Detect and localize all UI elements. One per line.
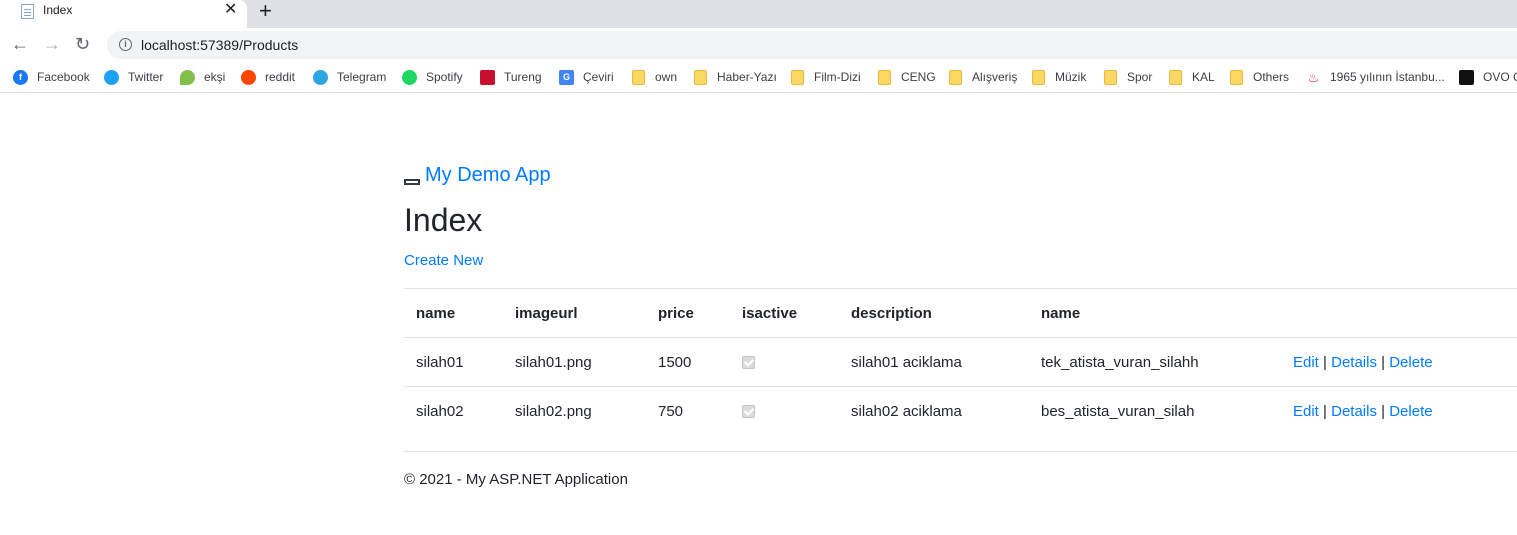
cell-isactive <box>730 386 839 436</box>
brand-link[interactable]: My Demo App <box>425 164 551 187</box>
address-bar[interactable]: i localhost:57389/Products <box>107 31 1517 59</box>
flame-icon: ♨ <box>1306 69 1321 85</box>
tab-index[interactable]: Index ✕ <box>0 0 247 28</box>
bookmark-folder-haber-yazi[interactable]: Haber-Yazı <box>694 68 777 86</box>
action-separator: | <box>1323 402 1327 420</box>
table-header-row: name imageurl price isactive description… <box>404 288 1517 338</box>
page-icon <box>21 4 34 19</box>
reddit-icon <box>241 69 256 85</box>
folder-icon <box>694 69 707 85</box>
column-header-isactive: isactive <box>730 288 839 338</box>
footer-divider <box>404 451 1517 452</box>
action-separator: | <box>1381 353 1386 371</box>
cell-name: silah02 <box>404 386 503 436</box>
new-tab-button[interactable]: + <box>259 0 272 23</box>
folder-icon <box>632 69 645 85</box>
bookmark-folder-ceng[interactable]: CENG <box>878 68 936 86</box>
ovo-icon <box>1459 69 1474 85</box>
create-new-link[interactable]: Create New <box>404 252 483 269</box>
tab-strip: Index ✕ + <box>0 0 1517 28</box>
cell-description: silah01 aciklama <box>839 337 1029 387</box>
forward-arrow-icon[interactable]: → <box>43 32 61 56</box>
bookmark-folder-spor[interactable]: Spor <box>1104 68 1152 86</box>
folder-icon <box>1032 69 1045 85</box>
bookmark-twitter[interactable]: Twitter <box>104 68 163 86</box>
url-text[interactable]: localhost:57389/Products <box>141 37 298 53</box>
column-header-name: name <box>404 288 503 338</box>
cell-price: 750 <box>646 386 730 436</box>
page-title: Index <box>404 202 483 238</box>
bookmark-ceviri[interactable]: G Çeviri <box>559 68 614 86</box>
close-icon[interactable]: ✕ <box>224 1 237 19</box>
column-header-description: description <box>839 288 1029 338</box>
table-row: silah02 silah02.png 750 silah02 aciklama… <box>404 386 1517 436</box>
bookmark-tureng[interactable]: Tureng <box>480 68 542 86</box>
cell-name: silah01 <box>404 337 503 387</box>
details-link[interactable]: Details <box>1331 354 1377 371</box>
column-header-category-name: name <box>1029 288 1281 338</box>
isactive-checkbox <box>742 405 755 419</box>
column-header-imageurl: imageurl <box>503 288 646 338</box>
cell-price: 1500 <box>646 337 730 387</box>
facebook-icon: f <box>13 69 28 85</box>
products-table: name imageurl price isactive description… <box>404 288 1517 436</box>
reload-icon[interactable]: ↻ <box>75 32 90 56</box>
isactive-checkbox <box>742 356 755 370</box>
bookmark-folder-muzik[interactable]: Müzik <box>1032 68 1086 86</box>
delete-link[interactable]: Delete <box>1389 354 1432 371</box>
back-arrow-icon[interactable]: ← <box>11 32 29 56</box>
cell-imageurl: silah02.png <box>503 386 646 436</box>
eksi-icon <box>180 69 195 85</box>
bookmark-eksi[interactable]: ekşi <box>180 68 225 86</box>
folder-icon <box>1104 69 1117 85</box>
broken-image-icon <box>404 179 420 185</box>
browser-toolbar: ← → ↻ i localhost:57389/Products <box>0 28 1517 62</box>
footer-copyright: © 2021 - My ASP.NET Application <box>404 471 628 488</box>
twitter-icon <box>104 69 119 85</box>
bookmark-telegram[interactable]: Telegram <box>313 68 386 86</box>
spotify-icon <box>402 69 417 85</box>
telegram-icon <box>313 69 328 85</box>
action-separator: | <box>1323 353 1327 371</box>
bookmark-folder-own[interactable]: own <box>632 68 677 86</box>
cell-imageurl: silah01.png <box>503 337 646 387</box>
edit-link[interactable]: Edit <box>1293 354 1319 371</box>
cell-actions: Edit | Details | Delete <box>1281 386 1517 436</box>
bookmark-facebook[interactable]: f Facebook <box>13 68 90 86</box>
cell-isactive <box>730 337 839 387</box>
bookmark-1965[interactable]: ♨ 1965 yılının İstanbu... <box>1306 68 1445 86</box>
bookmark-folder-kal[interactable]: KAL <box>1169 68 1215 86</box>
bookmarks-bar: f Facebook Twitter ekşi reddit Telegram S… <box>0 62 1517 93</box>
delete-link[interactable]: Delete <box>1389 403 1432 420</box>
bookmark-ovo[interactable]: OVO G <box>1459 68 1517 86</box>
cell-actions: Edit | Details | Delete <box>1281 337 1517 387</box>
cell-category: bes_atista_vuran_silah <box>1029 386 1281 436</box>
folder-icon <box>949 69 962 85</box>
edit-link[interactable]: Edit <box>1293 403 1319 420</box>
column-header-actions <box>1281 288 1517 338</box>
details-link[interactable]: Details <box>1331 403 1377 420</box>
folder-icon <box>878 69 891 85</box>
folder-icon <box>791 69 804 85</box>
tab-title: Index <box>43 3 73 17</box>
tureng-icon <box>480 69 495 85</box>
bookmark-folder-film-dizi[interactable]: Film-Dizi <box>791 68 861 86</box>
column-header-price: price <box>646 288 730 338</box>
folder-icon <box>1230 69 1243 85</box>
info-icon[interactable]: i <box>119 38 132 51</box>
action-separator: | <box>1381 402 1386 420</box>
cell-category: tek_atista_vuran_silahh <box>1029 337 1281 387</box>
folder-icon <box>1169 69 1182 85</box>
bookmark-folder-others[interactable]: Others <box>1230 68 1289 86</box>
cell-description: silah02 aciklama <box>839 386 1029 436</box>
bookmark-spotify[interactable]: Spotify <box>402 68 463 86</box>
bookmark-reddit[interactable]: reddit <box>241 68 295 86</box>
bookmark-folder-alisveris[interactable]: Alışveriş <box>949 68 1017 86</box>
table-row: silah01 silah01.png 1500 silah01 aciklam… <box>404 337 1517 387</box>
navbar-brand[interactable]: My Demo App <box>404 164 551 187</box>
translate-icon: G <box>559 69 574 85</box>
